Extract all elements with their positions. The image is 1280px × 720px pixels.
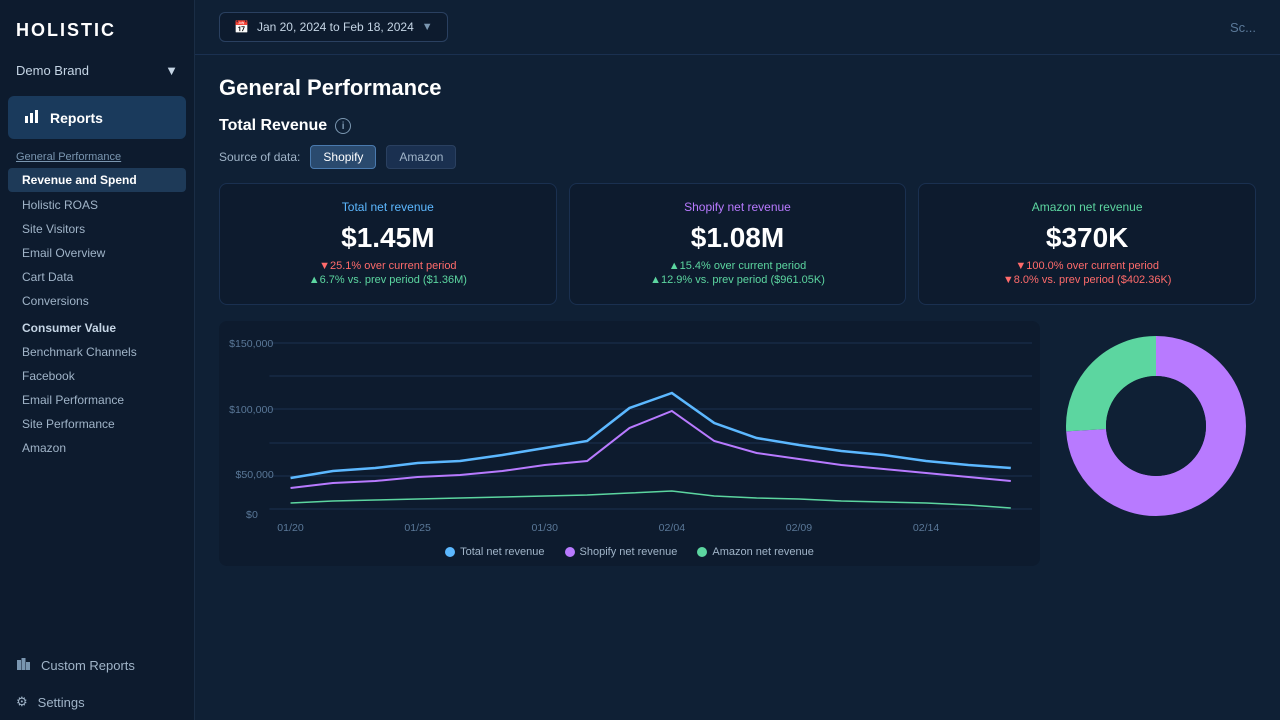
date-picker[interactable]: 📅 Jan 20, 2024 to Feb 18, 2024 ▼: [219, 12, 448, 42]
legend-dot-total: [445, 547, 455, 557]
topbar: 📅 Jan 20, 2024 to Feb 18, 2024 ▼ Sc...: [195, 0, 1280, 55]
page-title: General Performance: [219, 75, 1256, 101]
chart-legend: Total net revenue Shopify net revenue Am…: [227, 546, 1032, 558]
legend-total: Total net revenue: [445, 546, 544, 558]
svg-text:02/14: 02/14: [913, 523, 940, 533]
source-row: Source of data: Shopify Amazon: [219, 145, 1256, 169]
metric-card-amazon-change2: ▼8.0% vs. prev period ($402.36K): [935, 274, 1239, 286]
metric-card-total-title: Total net revenue: [236, 200, 540, 214]
sidebar-item-cart-data[interactable]: Cart Data: [0, 265, 194, 289]
svg-text:$0: $0: [246, 510, 258, 521]
donut-svg: [1061, 331, 1251, 521]
info-icon[interactable]: i: [335, 118, 351, 134]
sidebar-bottom: Custom Reports ⚙ Settings: [0, 646, 194, 720]
metric-card-total-value: $1.45M: [236, 222, 540, 254]
svg-text:02/04: 02/04: [659, 523, 686, 533]
custom-reports-icon: [16, 656, 31, 674]
metric-card-shopify: Shopify net revenue $1.08M ▲15.4% over c…: [569, 183, 907, 305]
sidebar-item-site-performance[interactable]: Site Performance: [0, 412, 194, 436]
chevron-down-icon: ▼: [422, 21, 433, 33]
sidebar-item-email-overview[interactable]: Email Overview: [0, 241, 194, 265]
sidebar-item-settings[interactable]: ⚙ Settings: [0, 684, 194, 720]
bar-chart-icon: [24, 108, 40, 127]
legend-dot-shopify: [565, 547, 575, 557]
source-amazon-button[interactable]: Amazon: [386, 145, 456, 169]
metric-card-amazon: Amazon net revenue $370K ▼100.0% over cu…: [918, 183, 1256, 305]
gear-icon: ⚙: [16, 694, 28, 710]
metric-card-amazon-change1: ▼100.0% over current period: [935, 260, 1239, 272]
line-chart: $150,000 $100,000 $50,000 $0 01/20 01/25…: [219, 321, 1040, 566]
general-performance-section: General Performance: [0, 141, 194, 167]
legend-shopify: Shopify net revenue: [565, 546, 678, 558]
sidebar-item-revenue-and-spend[interactable]: Revenue and Spend: [8, 168, 186, 192]
chevron-down-icon: ▼: [165, 63, 178, 78]
metric-card-total-change1: ▼25.1% over current period: [236, 260, 540, 272]
svg-text:$50,000: $50,000: [235, 470, 274, 481]
svg-text:01/25: 01/25: [404, 523, 431, 533]
legend-dot-amazon: [697, 547, 707, 557]
metric-card-amazon-value: $370K: [935, 222, 1239, 254]
brand-selector[interactable]: Demo Brand ▼: [0, 55, 194, 94]
brand-name: Demo Brand: [16, 63, 89, 78]
sidebar-item-holistic-roas[interactable]: Holistic ROAS: [0, 193, 194, 217]
search-placeholder: Sc...: [1230, 20, 1256, 35]
sidebar-item-custom-reports[interactable]: Custom Reports: [0, 646, 194, 684]
reports-label: Reports: [50, 110, 103, 126]
settings-label: Settings: [38, 695, 85, 710]
metric-cards: Total net revenue $1.45M ▼25.1% over cur…: [219, 183, 1256, 305]
metric-card-shopify-change2: ▲12.9% vs. prev period ($961.05K): [586, 274, 890, 286]
source-shopify-button[interactable]: Shopify: [310, 145, 376, 169]
page-content: General Performance Total Revenue i Sour…: [195, 55, 1280, 720]
donut-chart: [1056, 321, 1256, 521]
sidebar-item-amazon[interactable]: Amazon: [0, 436, 194, 460]
chart-svg: $150,000 $100,000 $50,000 $0 01/20 01/25…: [227, 333, 1032, 533]
sidebar: HOLISTIC Demo Brand ▼ Reports General Pe…: [0, 0, 195, 720]
sidebar-item-conversions[interactable]: Conversions: [0, 289, 194, 313]
legend-label-total: Total net revenue: [460, 546, 544, 558]
metric-card-shopify-change1: ▲15.4% over current period: [586, 260, 890, 272]
metric-card-shopify-value: $1.08M: [586, 222, 890, 254]
svg-text:$100,000: $100,000: [229, 405, 273, 416]
app-logo: HOLISTIC: [0, 0, 194, 55]
sidebar-item-consumer-value[interactable]: Consumer Value: [0, 313, 194, 340]
svg-text:02/09: 02/09: [786, 523, 813, 533]
sidebar-item-reports[interactable]: Reports: [8, 96, 186, 139]
metric-card-total: Total net revenue $1.45M ▼25.1% over cur…: [219, 183, 557, 305]
sidebar-item-benchmark-channels[interactable]: Benchmark Channels: [0, 340, 194, 364]
svg-text:01/30: 01/30: [532, 523, 559, 533]
svg-text:$150,000: $150,000: [229, 339, 273, 350]
metric-card-shopify-title: Shopify net revenue: [586, 200, 890, 214]
sidebar-item-site-visitors[interactable]: Site Visitors: [0, 217, 194, 241]
calendar-icon: 📅: [234, 20, 249, 34]
legend-amazon: Amazon net revenue: [697, 546, 814, 558]
custom-reports-label: Custom Reports: [41, 658, 135, 673]
metric-card-amazon-title: Amazon net revenue: [935, 200, 1239, 214]
legend-label-shopify: Shopify net revenue: [580, 546, 678, 558]
main-content: 📅 Jan 20, 2024 to Feb 18, 2024 ▼ Sc... G…: [195, 0, 1280, 720]
date-range-label: Jan 20, 2024 to Feb 18, 2024: [257, 20, 414, 34]
sidebar-item-email-performance[interactable]: Email Performance: [0, 388, 194, 412]
source-label: Source of data:: [219, 150, 300, 164]
svg-text:01/20: 01/20: [277, 523, 304, 533]
sidebar-item-facebook[interactable]: Facebook: [0, 364, 194, 388]
section-title: Total Revenue i: [219, 117, 1256, 135]
metric-card-total-change2: ▲6.7% vs. prev period ($1.36M): [236, 274, 540, 286]
legend-label-amazon: Amazon net revenue: [712, 546, 814, 558]
chart-area: $150,000 $100,000 $50,000 $0 01/20 01/25…: [219, 321, 1256, 566]
